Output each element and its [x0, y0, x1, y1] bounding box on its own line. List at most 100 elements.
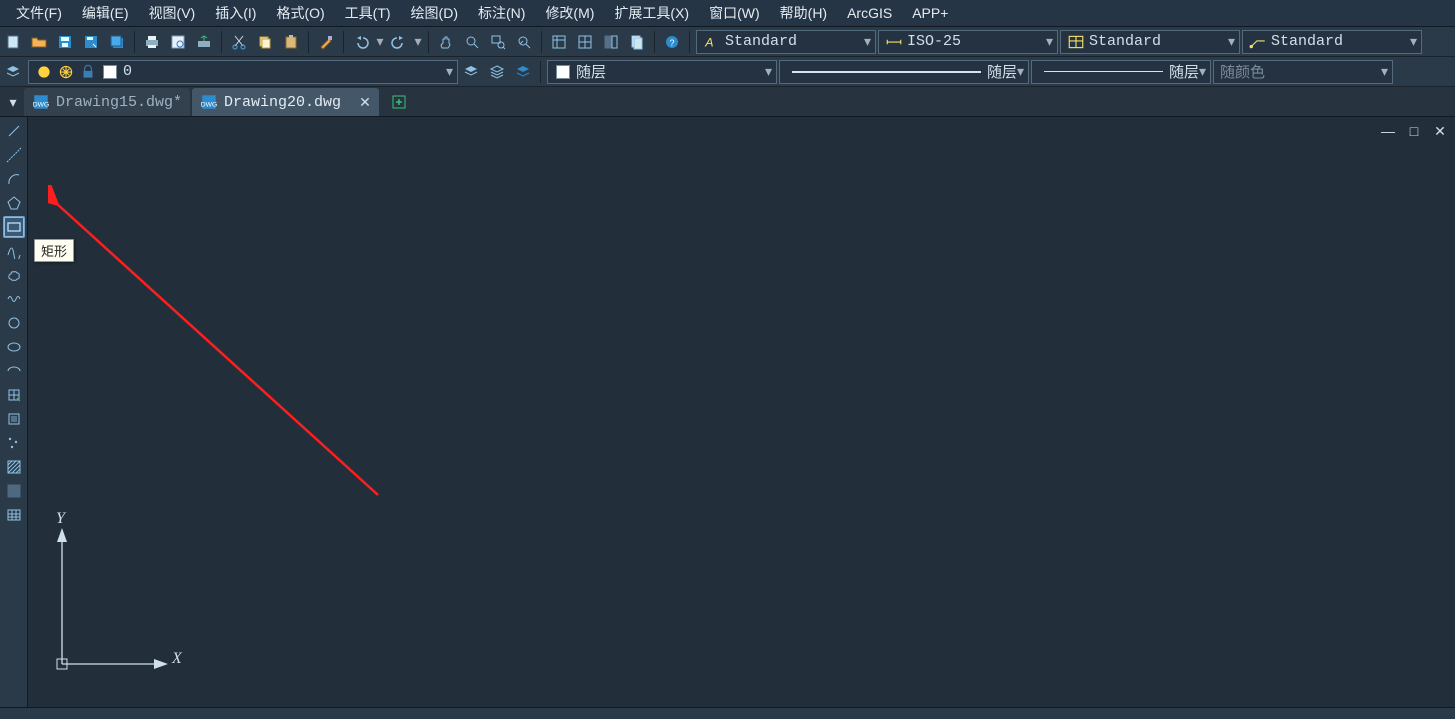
draw-tool-palette: [0, 117, 28, 707]
xline-tool[interactable]: [3, 144, 25, 166]
lineweight-sample-icon: [1044, 71, 1163, 72]
rectangle-tool[interactable]: [3, 216, 25, 238]
layer-properties-icon[interactable]: [1, 60, 25, 84]
point-tool[interactable]: [3, 432, 25, 454]
close-icon[interactable]: ✕: [359, 94, 371, 111]
layer-prev-icon[interactable]: [459, 60, 483, 84]
publish-icon[interactable]: [192, 30, 216, 54]
matchprop-icon[interactable]: [314, 30, 338, 54]
linetype-sample-icon: [792, 71, 981, 73]
layer-state-icon[interactable]: [485, 60, 509, 84]
layer-iso-icon[interactable]: [511, 60, 535, 84]
separator: [134, 31, 135, 53]
zoom-window-icon[interactable]: [486, 30, 510, 54]
chevron-down-icon: ▾: [1017, 63, 1024, 80]
menu-tools[interactable]: 工具(T): [335, 1, 401, 25]
zoom-icon[interactable]: [460, 30, 484, 54]
menu-express[interactable]: 扩展工具(X): [604, 1, 699, 25]
toolbar-row-1: ▾ ▾ ? A Standard ▾ ISO-25 ▾ Standard ▾ S…: [0, 27, 1455, 57]
print-icon[interactable]: [140, 30, 164, 54]
sheetset-icon[interactable]: [625, 30, 649, 54]
plotstyle-combo[interactable]: 随颜色 ▾: [1213, 60, 1393, 84]
chevron-down-icon: ▾: [1381, 63, 1388, 80]
table-tool[interactable]: [3, 504, 25, 526]
menu-appplus[interactable]: APP+: [902, 3, 958, 23]
minimize-icon[interactable]: —: [1379, 123, 1397, 140]
drawing-canvas[interactable]: — □ ✕ 矩形 Y X: [28, 117, 1455, 707]
lineweight-value: 随层: [1169, 61, 1199, 82]
new-icon[interactable]: [1, 30, 25, 54]
chevron-down-icon: ▾: [446, 63, 453, 80]
insert-block-tool[interactable]: [3, 384, 25, 406]
table-style-value: Standard: [1089, 33, 1161, 50]
tool-palettes-icon[interactable]: [599, 30, 623, 54]
undo-icon[interactable]: [349, 30, 373, 54]
menu-dim[interactable]: 标注(N): [468, 1, 535, 25]
document-tab-active[interactable]: DWG Drawing20.dwg ✕: [192, 88, 379, 116]
saveas-icon[interactable]: [79, 30, 103, 54]
arc-tool[interactable]: [3, 168, 25, 190]
ellipse-arc-tool[interactable]: [3, 360, 25, 382]
print-preview-icon[interactable]: [166, 30, 190, 54]
paste-icon[interactable]: [279, 30, 303, 54]
make-block-tool[interactable]: [3, 408, 25, 430]
menu-help[interactable]: 帮助(H): [770, 1, 837, 25]
region-tool[interactable]: [3, 480, 25, 502]
linetype-combo[interactable]: 随层 ▾: [779, 60, 1029, 84]
copy-icon[interactable]: [253, 30, 277, 54]
separator: [308, 31, 309, 53]
pan-icon[interactable]: [434, 30, 458, 54]
table-style-combo[interactable]: Standard ▾: [1060, 30, 1240, 54]
undo-dropdown-icon[interactable]: ▾: [374, 33, 386, 50]
menu-window[interactable]: 窗口(W): [699, 1, 770, 25]
zoom-previous-icon[interactable]: [512, 30, 536, 54]
layer-combo[interactable]: 0 ▾: [28, 60, 458, 84]
document-tab-bar: ▾ DWG Drawing15.dwg* DWG Drawing20.dwg ✕: [0, 87, 1455, 117]
saveall-icon[interactable]: [105, 30, 129, 54]
revcloud-tool[interactable]: [3, 264, 25, 286]
color-combo[interactable]: 随层 ▾: [547, 60, 777, 84]
save-icon[interactable]: [53, 30, 77, 54]
circle-tool[interactable]: [3, 312, 25, 334]
properties-icon[interactable]: [547, 30, 571, 54]
new-tab-button[interactable]: [385, 88, 413, 116]
menu-draw[interactable]: 绘图(D): [401, 1, 468, 25]
wave-tool[interactable]: [3, 288, 25, 310]
lineweight-combo[interactable]: 随层 ▾: [1031, 60, 1211, 84]
document-tab[interactable]: DWG Drawing15.dwg*: [24, 88, 190, 116]
cut-icon[interactable]: [227, 30, 251, 54]
dim-style-combo[interactable]: ISO-25 ▾: [878, 30, 1058, 54]
menu-format[interactable]: 格式(O): [266, 1, 334, 25]
maximize-icon[interactable]: □: [1405, 123, 1423, 140]
line-tool[interactable]: [3, 120, 25, 142]
designcenter-icon[interactable]: [573, 30, 597, 54]
linetype-value: 随层: [987, 61, 1017, 82]
hatch-tool[interactable]: [3, 456, 25, 478]
menu-view[interactable]: 视图(V): [139, 1, 206, 25]
dwg-file-icon: DWG: [32, 93, 50, 111]
layer-color-icon: [101, 65, 119, 79]
layer-freeze-icon: [57, 63, 75, 81]
ellipse-tool[interactable]: [3, 336, 25, 358]
spline-tool[interactable]: [3, 240, 25, 262]
menu-modify[interactable]: 修改(M): [535, 1, 604, 25]
help-icon[interactable]: ?: [660, 30, 684, 54]
polygon-tool[interactable]: [3, 192, 25, 214]
close-icon[interactable]: ✕: [1431, 123, 1449, 140]
mleader-style-icon: [1249, 33, 1267, 51]
ucs-x-label: X: [172, 650, 182, 668]
dwg-file-icon: DWG: [200, 93, 218, 111]
mleader-style-combo[interactable]: Standard ▾: [1242, 30, 1422, 54]
plotstyle-value: 随颜色: [1220, 61, 1265, 82]
menu-edit[interactable]: 编辑(E): [72, 1, 139, 25]
redo-icon[interactable]: [387, 30, 411, 54]
redo-dropdown-icon[interactable]: ▾: [412, 33, 424, 50]
tab-overflow-icon[interactable]: ▾: [2, 88, 24, 116]
menu-insert[interactable]: 插入(I): [205, 1, 266, 25]
workspace: — □ ✕ 矩形 Y X: [0, 117, 1455, 707]
menu-arcgis[interactable]: ArcGIS: [837, 3, 902, 23]
open-icon[interactable]: [27, 30, 51, 54]
text-style-combo[interactable]: A Standard ▾: [696, 30, 876, 54]
mleader-style-value: Standard: [1271, 33, 1343, 50]
menu-file[interactable]: 文件(F): [6, 1, 72, 25]
